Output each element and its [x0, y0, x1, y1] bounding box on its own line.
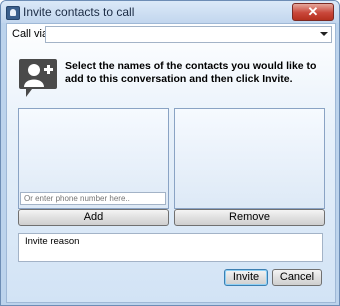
- invite-dialog: Invite contacts to call ✕ Call via: Sele…: [0, 0, 340, 306]
- instruction-text: Select the names of the contacts you wou…: [65, 60, 317, 85]
- invite-button[interactable]: Invite: [224, 269, 268, 286]
- close-icon: ✕: [307, 4, 319, 19]
- chevron-down-icon: [320, 32, 328, 36]
- remove-button[interactable]: Remove: [174, 209, 325, 226]
- app-icon: [6, 6, 20, 20]
- invite-reason-placeholder: Invite reason: [25, 236, 80, 247]
- call-via-select[interactable]: [45, 26, 332, 43]
- add-contact-icon: [19, 59, 57, 97]
- add-button[interactable]: Add: [18, 209, 169, 226]
- window-title: Invite contacts to call: [23, 5, 135, 19]
- phone-number-input[interactable]: [20, 192, 166, 205]
- title-bar: Invite contacts to call ✕: [1, 1, 339, 23]
- dialog-body: Call via: Select the names of the contac…: [6, 23, 336, 303]
- selected-contacts-list[interactable]: [174, 108, 325, 209]
- cancel-button[interactable]: Cancel: [272, 269, 322, 286]
- invite-reason-field[interactable]: Invite reason: [18, 233, 323, 262]
- close-button[interactable]: ✕: [292, 3, 334, 21]
